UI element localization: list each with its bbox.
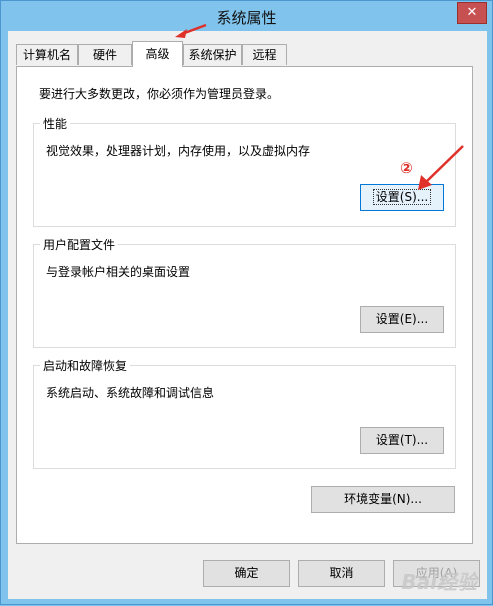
environment-variables-button[interactable]: 环境变量(N)...	[311, 486, 455, 513]
system-properties-window: 系统属性 ✕ 计算机名 硬件 高级 系统保护 远程 要进行大多数更改，你必须作为…	[0, 0, 493, 605]
startup-recovery-description: 系统启动、系统故障和调试信息	[46, 386, 215, 400]
tab-hardware[interactable]: 硬件	[78, 44, 132, 65]
startup-recovery-group-title: 启动和故障恢复	[40, 357, 131, 374]
title-bar[interactable]: 系统属性 ✕	[1, 1, 492, 31]
user-profiles-group: 用户配置文件 与登录帐户相关的桌面设置 设置(E)...	[33, 236, 456, 348]
dialog-client-area: 计算机名 硬件 高级 系统保护 远程 要进行大多数更改，你必须作为管理员登录。 …	[8, 31, 487, 599]
startup-recovery-group: 启动和故障恢复 系统启动、系统故障和调试信息 设置(T)...	[33, 357, 456, 469]
watermark-logo: Bai经验	[401, 570, 477, 594]
window-title: 系统属性	[216, 9, 277, 27]
admin-note: 要进行大多数更改，你必须作为管理员登录。	[39, 87, 280, 101]
tab-remote[interactable]: 远程	[242, 44, 287, 65]
tab-system-protection[interactable]: 系统保护	[183, 44, 242, 65]
cancel-button[interactable]: 取消	[298, 560, 385, 587]
tab-advanced[interactable]: 高级	[132, 41, 183, 67]
performance-description: 视觉效果，处理器计划，内存使用，以及虚拟内存	[46, 144, 311, 158]
tab-computer-name[interactable]: 计算机名	[16, 44, 78, 65]
advanced-tab-panel: 要进行大多数更改，你必须作为管理员登录。 性能 视觉效果，处理器计划，内存使用，…	[16, 66, 473, 544]
ok-button[interactable]: 确定	[203, 560, 290, 587]
performance-settings-label: 设置(S)...	[372, 189, 432, 205]
performance-settings-button[interactable]: 设置(S)...	[360, 184, 444, 211]
startup-recovery-settings-button[interactable]: 设置(T)...	[360, 427, 444, 454]
performance-group-title: 性能	[40, 115, 71, 132]
user-profiles-group-title: 用户配置文件	[40, 236, 119, 253]
user-profiles-description: 与登录帐户相关的桌面设置	[46, 265, 191, 279]
step-two-marker: ②	[400, 159, 413, 177]
user-profiles-settings-button[interactable]: 设置(E)...	[360, 306, 444, 333]
close-button[interactable]: ✕	[457, 2, 487, 24]
performance-group: 性能 视觉效果，处理器计划，内存使用，以及虚拟内存 设置(S)...	[33, 115, 456, 227]
